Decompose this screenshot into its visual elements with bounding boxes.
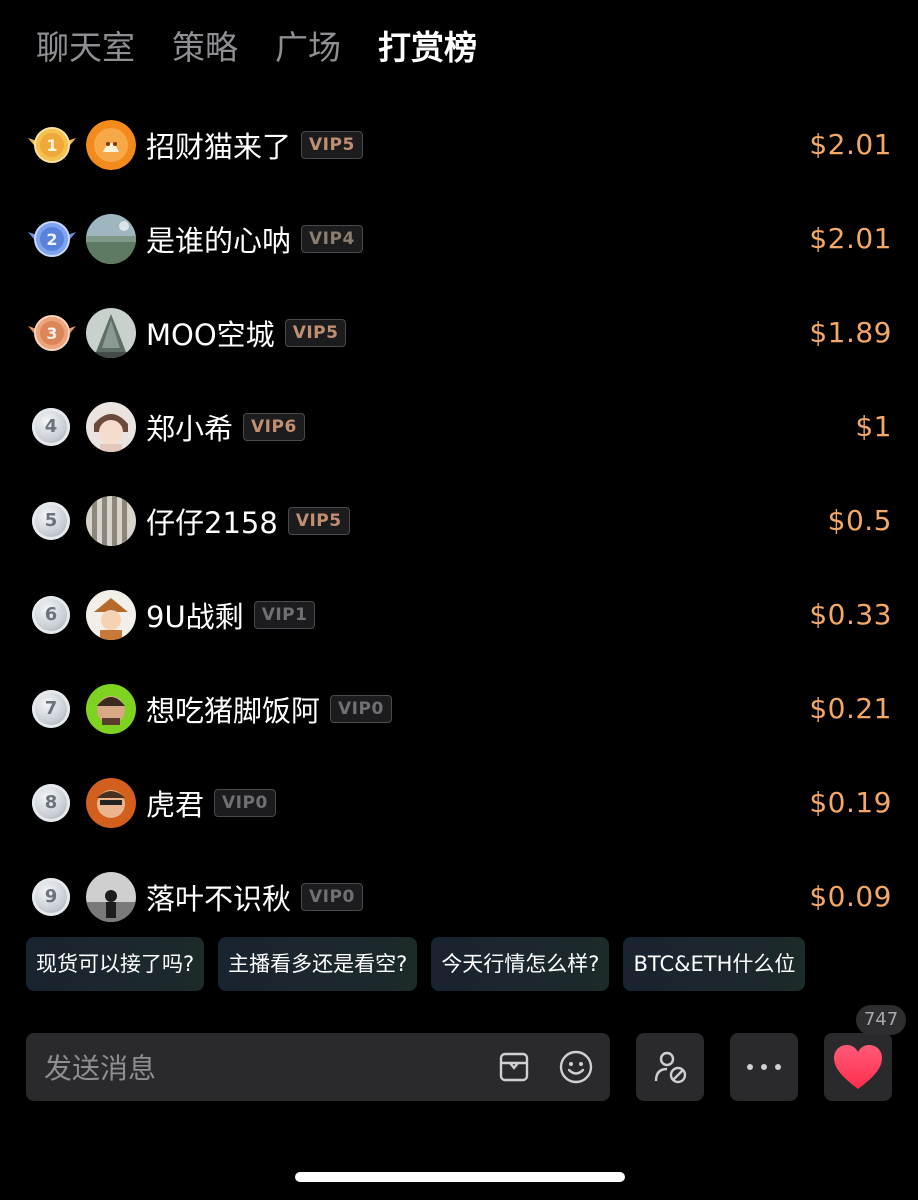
rank-number-icon: 8 xyxy=(32,784,70,822)
vip-badge: VIP5 xyxy=(284,319,347,347)
svg-text:1: 1 xyxy=(46,136,57,155)
tab-square[interactable]: 广场 xyxy=(275,22,341,74)
vip-badge: VIP4 xyxy=(301,225,363,253)
card-icon[interactable] xyxy=(498,1051,530,1083)
vip-badge: VIP6 xyxy=(243,413,305,441)
svg-text:2: 2 xyxy=(46,230,57,249)
user-name: 想吃猪脚饭阿 xyxy=(146,694,321,728)
quick-question-chip[interactable]: BTC&ETH什么位 xyxy=(623,937,806,991)
ranking-row[interactable]: 7 想吃猪脚饭阿 VIP0 $0.21 xyxy=(0,662,918,756)
user-name: 是谁的心呐 xyxy=(146,224,292,258)
heart-icon xyxy=(834,1045,882,1089)
rank-number-icon: 6 xyxy=(32,596,70,634)
ranking-row[interactable]: 9 落叶不识秋 VIP0 $0.09 xyxy=(0,850,918,944)
vip-badge: VIP0 xyxy=(330,695,392,723)
reward-amount: $2.01 xyxy=(809,128,892,161)
rank-number-icon: 4 xyxy=(32,408,70,446)
bronze-medal-icon: 3 xyxy=(28,315,76,351)
like-button[interactable] xyxy=(824,1033,892,1101)
user-name: MOO空城 xyxy=(146,318,275,352)
user-name: 郑小希 xyxy=(146,412,234,446)
avatar[interactable] xyxy=(86,778,136,828)
avatar[interactable] xyxy=(86,308,136,358)
reward-amount: $1.89 xyxy=(809,316,892,349)
user-block-button[interactable] xyxy=(636,1033,704,1101)
user-name: 虎君 xyxy=(146,788,205,822)
avatar[interactable] xyxy=(86,402,136,452)
avatar[interactable] xyxy=(86,214,136,264)
rank-number-icon: 7 xyxy=(32,690,70,728)
reward-amount: $0.19 xyxy=(809,786,892,819)
reward-amount: $0.5 xyxy=(827,504,892,537)
reward-amount: $1 xyxy=(855,410,892,443)
quick-question-chip[interactable]: 现货可以接了吗? xyxy=(26,937,205,991)
vip-badge: VIP0 xyxy=(301,883,363,911)
quick-question-chips: 现货可以接了吗? 主播看多还是看空? 今天行情怎么样? BTC&ETH什么位 xyxy=(26,937,918,991)
quick-question-chip[interactable]: 今天行情怎么样? xyxy=(431,937,610,991)
avatar[interactable] xyxy=(86,684,136,734)
user-block-icon xyxy=(654,1051,687,1084)
user-name: 落叶不识秋 xyxy=(146,882,292,916)
vip-badge: VIP1 xyxy=(253,601,316,629)
emoji-icon[interactable] xyxy=(558,1049,594,1085)
tab-reward-ranking[interactable]: 打赏榜 xyxy=(378,22,477,74)
more-button[interactable] xyxy=(730,1033,798,1101)
gold-medal-icon: 1 xyxy=(28,127,76,163)
user-name: 9U战剩 xyxy=(146,600,244,634)
tab-strategy[interactable]: 策略 xyxy=(172,22,238,74)
reward-amount: $0.21 xyxy=(809,692,892,725)
message-input-box xyxy=(26,1033,610,1103)
rank-number-icon: 9 xyxy=(32,878,70,916)
message-input[interactable] xyxy=(42,1033,486,1103)
avatar[interactable] xyxy=(86,120,136,170)
reward-amount: $0.09 xyxy=(809,880,892,913)
vip-badge: VIP5 xyxy=(287,507,350,535)
more-icon xyxy=(747,1064,781,1070)
home-indicator xyxy=(295,1172,625,1182)
reward-amount: $2.01 xyxy=(809,222,892,255)
vip-badge: VIP5 xyxy=(301,131,363,159)
silver-medal-icon: 2 xyxy=(28,221,76,257)
avatar[interactable] xyxy=(86,496,136,546)
like-count-badge: 747 xyxy=(856,1005,906,1035)
reward-amount: $0.33 xyxy=(809,598,892,631)
user-name: 仔仔2158 xyxy=(146,506,278,540)
ranking-row[interactable]: 1 招财猫来了 VIP5 $2.01 xyxy=(0,98,918,192)
user-name: 招财猫来了 xyxy=(146,130,292,164)
avatar[interactable] xyxy=(86,590,136,640)
quick-question-chip[interactable]: 主播看多还是看空? xyxy=(218,937,418,991)
vip-badge: VIP0 xyxy=(214,789,276,817)
avatar[interactable] xyxy=(86,872,136,922)
rank-number-icon: 5 xyxy=(32,502,70,540)
ranking-row[interactable]: 3 MOO空城 VIP5 $1.89 xyxy=(0,286,918,380)
top-tabs: 聊天室 策略 广场 打赏榜 xyxy=(36,22,514,74)
ranking-row[interactable]: 5 仔仔2158 VIP5 $0.5 xyxy=(0,474,918,568)
ranking-row[interactable]: 6 9U战剩 VIP1 $0.33 xyxy=(0,568,918,662)
svg-text:3: 3 xyxy=(46,324,57,343)
ranking-row[interactable]: 4 郑小希 VIP6 $1 xyxy=(0,380,918,474)
ranking-row[interactable]: 8 虎君 VIP0 $0.19 xyxy=(0,756,918,850)
ranking-row[interactable]: 2 是谁的心呐 VIP4 $2.01 xyxy=(0,192,918,286)
tab-chatroom[interactable]: 聊天室 xyxy=(36,22,135,74)
